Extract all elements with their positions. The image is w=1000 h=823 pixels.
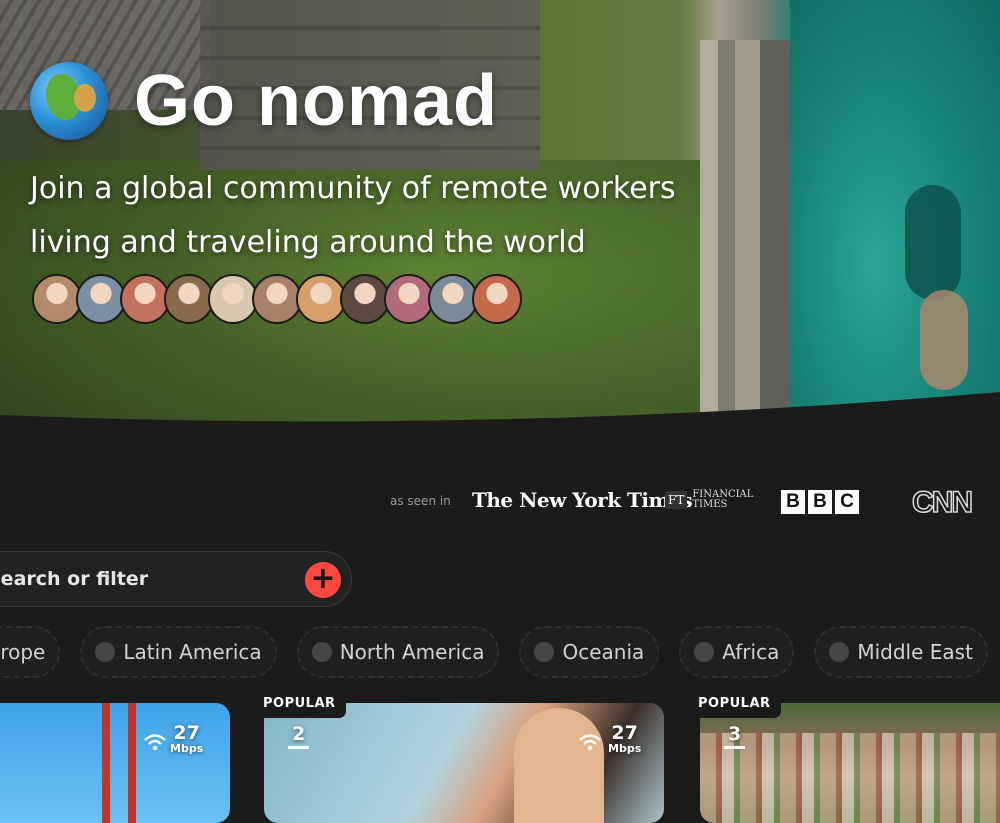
member-avatar[interactable] xyxy=(120,274,170,324)
bbc-letter-1: B xyxy=(781,490,805,514)
bridge-tower xyxy=(102,703,110,823)
member-avatar[interactable] xyxy=(32,274,82,324)
ft-wordmark: FINANCIAL TIMES xyxy=(692,490,753,510)
popular-badge: POPULAR xyxy=(253,690,346,718)
globe-americas-icon xyxy=(311,642,332,662)
nyt-logo: The New York Times xyxy=(472,488,693,512)
popular-badge: POPULAR xyxy=(688,690,781,718)
member-avatar[interactable] xyxy=(208,274,258,324)
region-chip-africa[interactable]: Africa xyxy=(679,626,795,678)
card-photo-people xyxy=(514,708,604,823)
search-input[interactable] xyxy=(0,567,289,591)
member-avatar[interactable] xyxy=(428,274,478,324)
city-card[interactable]: 2 27 Mbps xyxy=(264,703,664,823)
speed-unit: Mbps xyxy=(170,742,204,755)
cnn-logo: CNN xyxy=(911,485,974,520)
subtitle-line-2: living and traveling around the world xyxy=(30,225,586,260)
bbc-letter-2: B xyxy=(808,490,832,514)
page-title: Go nomad xyxy=(134,61,498,141)
region-label: Africa xyxy=(722,640,780,664)
ft-mark: FT xyxy=(665,491,688,509)
region-label: Middle East xyxy=(857,640,973,664)
member-avatar[interactable] xyxy=(340,274,390,324)
mosque-icon xyxy=(829,642,850,662)
bbc-letter-3: C xyxy=(835,490,859,514)
press-logos: as seen in The New York Times FT FINANCI… xyxy=(0,478,1000,528)
city-card[interactable]: 27 Mbps xyxy=(0,703,230,823)
region-chip-europe[interactable]: Europe xyxy=(0,626,61,678)
member-avatar[interactable] xyxy=(472,274,522,324)
plus-icon[interactable]: + xyxy=(305,562,341,598)
city-card[interactable]: 3 xyxy=(700,703,1000,823)
region-label: North America xyxy=(339,640,485,664)
wifi-icon xyxy=(579,734,601,751)
region-label: Oceania xyxy=(562,640,645,664)
ft-line-2: TIMES xyxy=(692,499,728,510)
speed-unit: Mbps xyxy=(608,742,642,755)
member-avatar[interactable] xyxy=(76,274,126,324)
surfer-icon xyxy=(534,642,555,662)
member-avatar[interactable] xyxy=(252,274,302,324)
ft-logo: FT FINANCIAL TIMES xyxy=(665,490,753,510)
search-bar[interactable]: + xyxy=(0,551,352,607)
hero-title: Go nomad xyxy=(30,60,498,142)
region-filters: Europe Latin America North America Ocean… xyxy=(0,626,988,678)
bbc-logo: B B C xyxy=(781,490,859,514)
region-label: Latin America xyxy=(123,640,262,664)
region-chip-latin-america[interactable]: Latin America xyxy=(80,626,277,678)
speed-value: 27 xyxy=(611,722,638,744)
city-cards: 27 Mbps POPULAR 2 27 Mbps POPULAR 3 xyxy=(0,690,1000,823)
speed-value: 27 xyxy=(173,722,200,744)
member-avatar[interactable] xyxy=(164,274,214,324)
hero-curve xyxy=(0,392,1000,450)
member-avatars xyxy=(32,274,522,324)
dancer-icon xyxy=(95,642,116,662)
city-rank: 2 xyxy=(288,723,310,749)
region-label: Europe xyxy=(0,640,46,664)
hero-subtitle: Join a global community of remote worker… xyxy=(30,162,750,270)
internet-speed: 27 Mbps xyxy=(608,723,641,755)
press-label: as seen in xyxy=(390,494,451,508)
region-chip-middle-east[interactable]: Middle East xyxy=(814,626,988,678)
globe-africa-icon xyxy=(694,642,715,662)
bridge-tower xyxy=(128,703,136,823)
internet-speed: 27 Mbps xyxy=(170,723,203,755)
city-rank: 3 xyxy=(724,723,746,749)
globe-icon xyxy=(30,62,108,140)
subtitle-line-1: Join a global community of remote worker… xyxy=(30,171,676,206)
region-chip-oceania[interactable]: Oceania xyxy=(519,626,660,678)
member-avatar[interactable] xyxy=(296,274,346,324)
region-chip-north-america[interactable]: North America xyxy=(296,626,500,678)
member-avatar[interactable] xyxy=(384,274,434,324)
wifi-icon xyxy=(144,734,166,751)
